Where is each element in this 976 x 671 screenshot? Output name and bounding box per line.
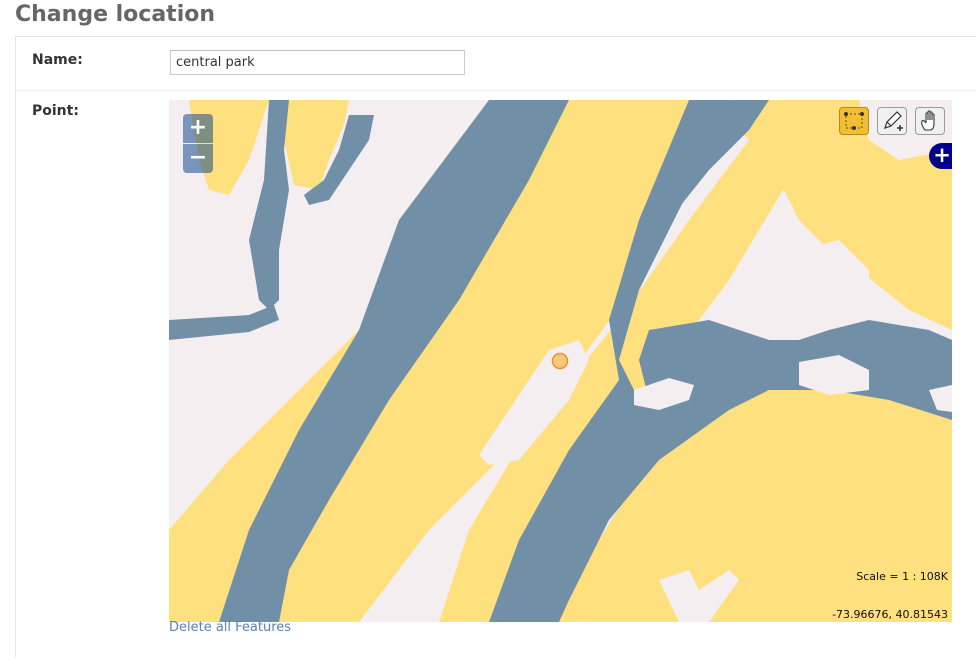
- map-scale: Scale = 1 : 108K: [856, 570, 948, 583]
- name-row: Name:: [16, 37, 976, 91]
- hand-icon: [921, 110, 935, 131]
- name-label: Name:: [32, 52, 83, 68]
- zoom-in-button[interactable]: +: [183, 114, 213, 143]
- pan-map-button[interactable]: [915, 107, 945, 135]
- zoom-out-button[interactable]: −: [183, 144, 213, 173]
- pencil-icon: [884, 111, 903, 131]
- mouse-position: -73.96676, 40.81543: [832, 608, 948, 621]
- layer-switcher-plus-icon: +: [933, 143, 951, 167]
- delete-all-features-link[interactable]: Delete all Features: [169, 620, 291, 635]
- layer-switcher-button[interactable]: +: [929, 143, 952, 169]
- point-feature-marker: [551, 352, 569, 370]
- draw-point-button[interactable]: [877, 107, 907, 135]
- map-tiles: [169, 100, 952, 622]
- select-features-button[interactable]: [839, 107, 869, 135]
- point-label: Point:: [32, 103, 79, 119]
- map-widget[interactable]: + − + Scale = 1 : 108K -73.96676, 40.815…: [169, 100, 952, 622]
- name-input[interactable]: [170, 50, 465, 75]
- page-title: Change location: [15, 2, 216, 27]
- select-points-icon: [844, 112, 864, 130]
